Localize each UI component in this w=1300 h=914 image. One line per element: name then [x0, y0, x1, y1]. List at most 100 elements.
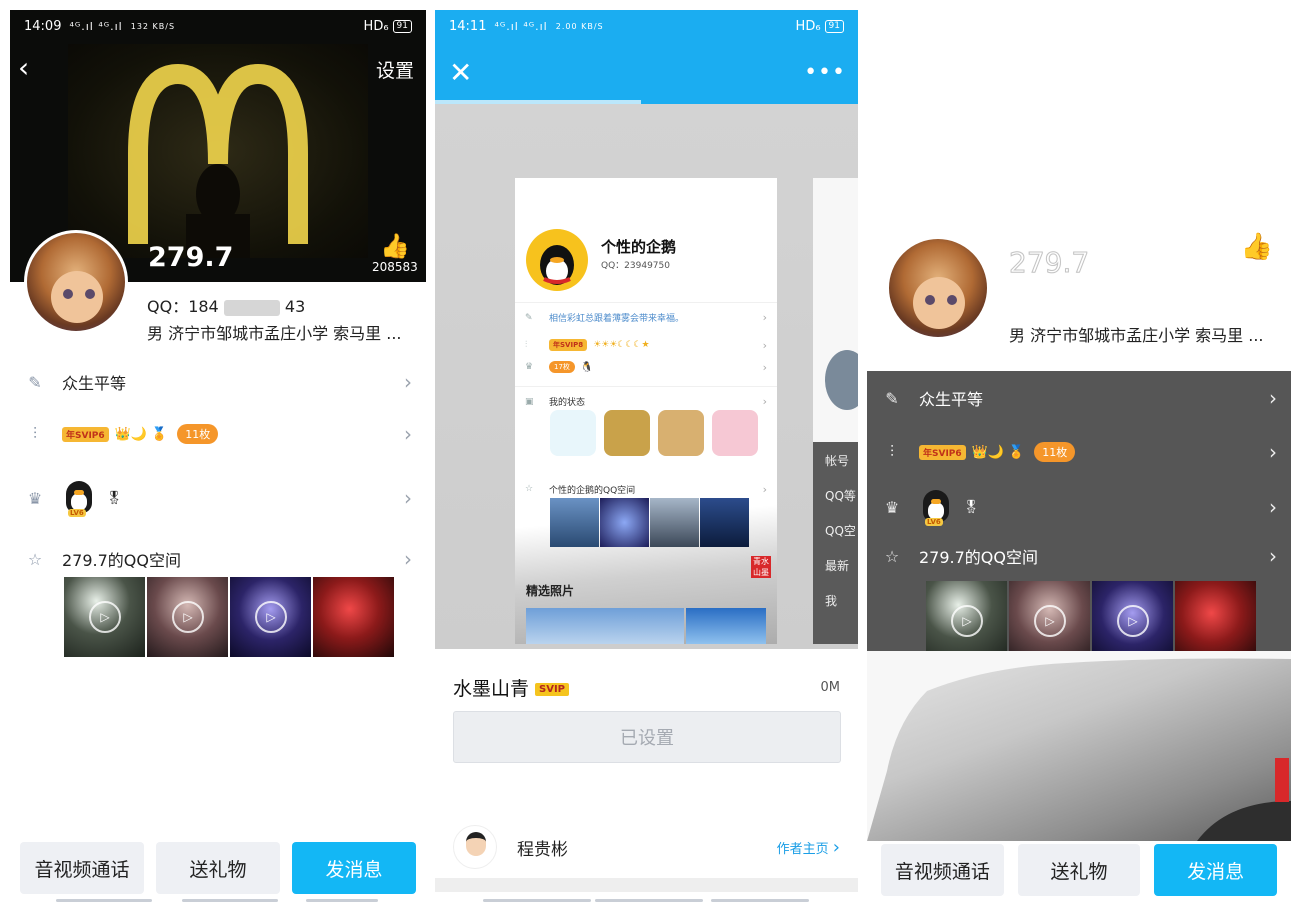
chevron-right-icon: ›: [762, 395, 767, 408]
svip-tag: SVIP: [535, 683, 570, 696]
level-row[interactable]: ⫶ 年SVIP6 👑🌙 🏅 11枚 ›: [867, 425, 1291, 479]
qq-number: QQ：184 43: [147, 297, 306, 316]
signature-text: 众生平等: [62, 374, 127, 393]
bar-chart-icon: ⫶: [525, 340, 528, 350]
mountain-illustration: [867, 651, 1291, 841]
crown-moon-icon: 👑🌙: [114, 426, 148, 442]
chevron-right-icon: ›: [1269, 440, 1277, 464]
vip-medal-icon: 🎖: [106, 490, 123, 506]
qzone-row[interactable]: ☆ 279.7的QQ空间 ›: [867, 533, 1291, 579]
hd-indicator: HD₆: [363, 18, 389, 34]
crown-icon: ♛: [884, 497, 900, 517]
close-icon: ✕: [449, 56, 473, 89]
nickname: 279.7: [1008, 246, 1090, 280]
profile-screen-left: 14:09 ⁴ᴳ.ıl ⁴ᴳ.ıl 132 KB/S HD₆ 91 ‹ 设置 2…: [10, 10, 426, 904]
divider: [435, 878, 858, 892]
status-icons: [550, 410, 758, 456]
ink-landscape: [867, 651, 1291, 841]
status-chair-icon: [658, 410, 704, 456]
badge-count: 11枚: [1034, 442, 1076, 462]
nickname: 279.7: [148, 242, 234, 273]
avatar[interactable]: [886, 236, 990, 340]
close-button[interactable]: ✕: [449, 56, 472, 89]
badge-count: 11枚: [177, 424, 219, 444]
play-icon: ▷: [1117, 605, 1149, 637]
thumbs-up-icon: 👍: [379, 232, 410, 260]
chevron-right-icon: ›: [832, 836, 840, 858]
user-info: 男 济宁市邹城市孟庄小学 索马里 ...: [1009, 326, 1264, 345]
nav-bar: [56, 899, 152, 902]
qq-mask: [223, 299, 280, 316]
photo-thumbnail[interactable]: [313, 577, 394, 657]
signature-text: 众生平等: [919, 390, 984, 409]
settings-button[interactable]: 设置: [376, 56, 414, 83]
chevron-right-icon: ›: [1269, 386, 1277, 410]
hd-indicator: HD₆: [795, 18, 821, 34]
chevron-right-icon: ›: [762, 311, 767, 324]
video-thumbnail[interactable]: ▷: [230, 577, 311, 657]
send-message-button[interactable]: 发消息: [292, 842, 416, 894]
profile-screen-right: 279.7 👍 男 济宁市邹城市孟庄小学 索马里 ... ✎ 众生平等 › ⫶ …: [867, 10, 1291, 904]
medal-icon: 🏅: [151, 426, 168, 442]
avatar[interactable]: [24, 230, 128, 334]
author-homepage-link[interactable]: 作者主页 ›: [777, 837, 840, 858]
action-bar: 音视频通话 送礼物 发消息: [10, 834, 426, 904]
svip-badge: 年SVIP6: [919, 444, 966, 460]
featured-photo: [686, 608, 766, 644]
vip-row[interactable]: ♛ LV6 🎖 ›: [10, 470, 426, 526]
ink-stamp: 青水 山墨: [751, 556, 771, 578]
signature-row[interactable]: ✎ 众生平等 ›: [10, 357, 426, 407]
video-thumbnail[interactable]: ▷: [64, 577, 145, 657]
play-icon: ▷: [255, 601, 287, 633]
next-theme-card[interactable]: 帐号 QQ等 QQ空 最新 我: [813, 178, 858, 644]
video-thumbnail[interactable]: ▷: [1009, 581, 1090, 661]
chevron-right-icon: ›: [1269, 544, 1277, 568]
author-name: 程贵彬: [517, 839, 568, 860]
status-icon: ▣: [525, 396, 534, 407]
medal-icon: 🏅: [1008, 444, 1025, 460]
play-icon: ▷: [1034, 605, 1066, 637]
author-row[interactable]: 程贵彬 作者主页 ›: [435, 820, 858, 874]
card-name: 个性的企鹅: [601, 238, 677, 256]
vip-row[interactable]: ♛ LV6 🎖 ›: [867, 479, 1291, 535]
like-button[interactable]: 👍 208583: [372, 232, 418, 274]
video-thumbnail[interactable]: ▷: [926, 581, 1007, 661]
play-icon: ▷: [951, 605, 983, 637]
chevron-right-icon: ›: [1269, 495, 1277, 519]
profile-panel: ✎ 众生平等 › ⫶ 年SVIP6 👑🌙 🏅 11枚 › ♛ LV6 🎖 › ☆…: [867, 371, 1291, 661]
star-icon: ☆: [525, 484, 534, 494]
chevron-right-icon: ›: [762, 360, 767, 374]
send-gift-button[interactable]: 送礼物: [156, 842, 280, 894]
send-message-button[interactable]: 发消息: [1154, 844, 1278, 896]
video-call-button[interactable]: 音视频通话: [881, 844, 1004, 896]
star-icon: ☆: [884, 546, 900, 566]
level-row[interactable]: ⫶ 年SVIP6 👑🌙 🏅 11枚 ›: [10, 409, 426, 459]
nav-bar: [483, 899, 591, 902]
video-thumbnail[interactable]: ▷: [147, 577, 228, 657]
more-button[interactable]: •••: [804, 60, 846, 85]
star-icon: ☆: [27, 549, 43, 569]
pencil-icon: ✎: [28, 372, 42, 392]
qzone-thumbnails: ▷ ▷ ▷: [926, 581, 1256, 661]
play-icon: ▷: [89, 601, 121, 633]
chevron-right-icon: ›: [762, 482, 767, 496]
featured-photos-label: 精选照片: [526, 584, 575, 598]
video-call-button[interactable]: 音视频通话: [20, 842, 144, 894]
signature-row[interactable]: ✎ 众生平等 ›: [867, 371, 1291, 425]
action-bar: 音视频通话 送礼物 发消息: [867, 841, 1291, 904]
apply-theme-button[interactable]: 已设置: [453, 711, 841, 763]
chevron-right-icon: ›: [404, 370, 412, 394]
battery-icon: 91: [824, 19, 844, 33]
card-signature-row: ✎ 相信彩虹总跟着薄雾会带来幸福。 ›: [515, 302, 777, 332]
card-level-row: ⫶ 年SVIP8 ☀☀☀☾☾☾★ ›: [525, 338, 767, 352]
back-button[interactable]: ‹: [18, 54, 48, 84]
photo-thumbnail[interactable]: [1175, 581, 1256, 661]
status-ring-icon: [550, 410, 596, 456]
video-thumbnail[interactable]: ▷: [1092, 581, 1173, 661]
like-button[interactable]: 👍: [1241, 232, 1273, 262]
penguin-icon: LV6: [919, 488, 953, 526]
signal-icon: ⁴ᴳ.ıl ⁴ᴳ.ıl: [494, 19, 548, 33]
pencil-icon: ✎: [525, 312, 533, 323]
svip-badge: 年SVIP6: [62, 426, 109, 442]
send-gift-button[interactable]: 送礼物: [1017, 844, 1141, 896]
